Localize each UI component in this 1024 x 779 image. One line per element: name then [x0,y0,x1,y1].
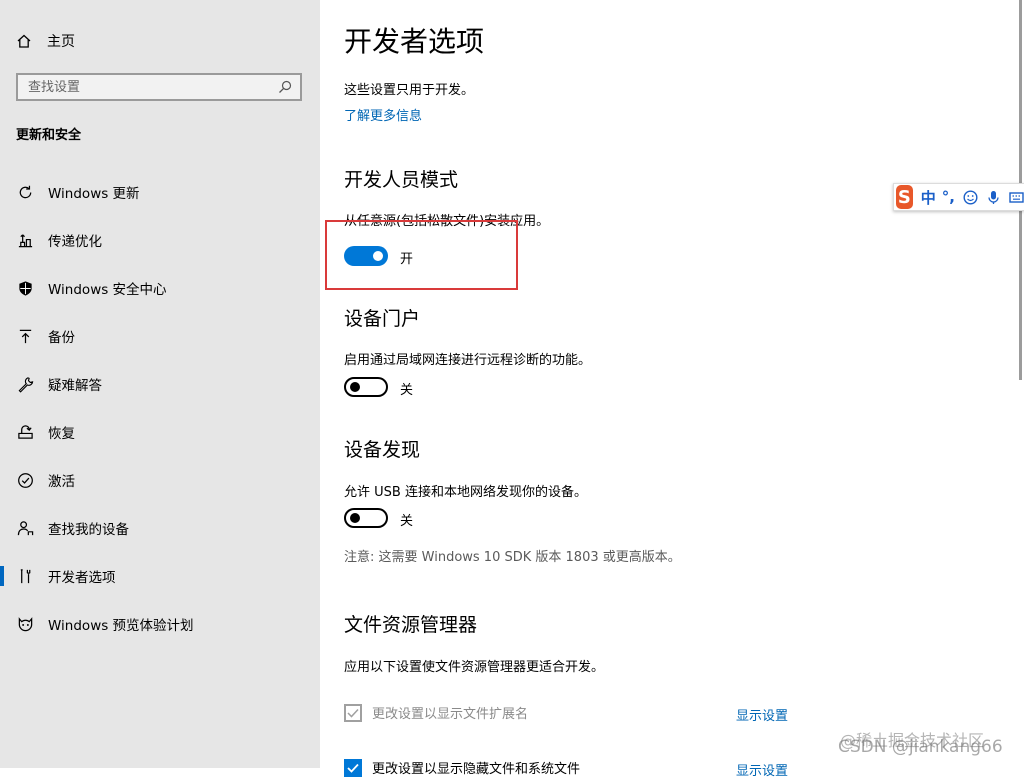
sidebar-item-label: 激活 [48,474,75,490]
emoji-icon[interactable] [963,189,978,205]
sidebar-item-backup[interactable]: 备份 [0,312,320,360]
learn-more-link[interactable]: 了解更多信息 [344,105,422,124]
device-discovery-heading: 设备发现 [344,439,421,461]
device-discovery-description: 允许 USB 连接和本地网络发现你的设备。 [344,485,587,500]
sidebar-item-label: Windows 更新 [48,186,140,202]
device-portal-description: 启用通过局域网连接进行远程诊断的功能。 [344,353,592,368]
microphone-icon[interactable] [986,190,1001,205]
sidebar-item-developer-options[interactable]: 开发者选项 [0,552,320,600]
settings-search-box[interactable] [16,73,302,101]
person-location-icon [16,519,34,537]
sidebar: 主页 更新和安全 Windows 更新 传递优化 Windows 安全中心 备份… [0,0,320,768]
keyboard-icon[interactable] [1009,190,1024,205]
dev-mode-heading: 开发人员模式 [344,169,459,191]
sidebar-item-label: 备份 [48,330,75,346]
toggle-knob [350,382,360,392]
sidebar-item-label: Windows 预览体验计划 [48,618,194,634]
sidebar-item-label: 疑难解答 [48,378,102,394]
device-portal-state-label: 关 [400,383,414,398]
sidebar-item-label: Windows 安全中心 [48,282,167,298]
show-hidden-files-settings-link[interactable]: 显示设置 [736,760,788,779]
intro-text: 这些设置只用于开发。 [344,83,475,98]
search-icon[interactable] [278,80,292,94]
file-explorer-description: 应用以下设置使文件资源管理器更适合开发。 [344,660,605,675]
file-explorer-heading: 文件资源管理器 [344,614,478,636]
device-portal-heading: 设备门户 [344,308,421,330]
home-icon [17,34,31,48]
checkmark-icon [347,708,359,718]
show-extensions-settings-link[interactable]: 显示设置 [736,705,788,724]
recovery-icon [16,423,34,441]
sidebar-item-recovery[interactable]: 恢复 [0,408,320,456]
developer-tools-icon [16,567,34,585]
sidebar-item-label: 查找我的设备 [48,522,129,538]
toggle-knob [350,513,360,523]
delivery-optimization-icon [16,231,34,249]
sidebar-item-activation[interactable]: 激活 [0,456,320,504]
sidebar-item-windows-security[interactable]: Windows 安全中心 [0,264,320,312]
refresh-icon [16,183,34,201]
sidebar-item-label: 恢复 [48,426,75,442]
show-extensions-checkbox[interactable] [344,703,362,722]
backup-arrow-icon [16,327,34,345]
sidebar-nav: Windows 更新 传递优化 Windows 安全中心 备份 疑难解答 恢复 … [0,168,320,648]
ime-mode-toggle[interactable]: 中 [921,187,936,208]
page-title: 开发者选项 [344,25,485,58]
home-label: 主页 [47,34,75,50]
ime-toolbar: S 中 °, [893,183,1024,211]
show-extensions-label: 更改设置以显示文件扩展名 [372,707,529,722]
shield-icon [16,279,34,297]
device-portal-toggle[interactable] [344,377,388,397]
sidebar-item-label: 传递优化 [48,234,102,250]
check-circle-icon [16,471,34,489]
section-title: 更新和安全 [16,128,82,143]
sdk-requirement-note: 注意: 这需要 Windows 10 SDK 版本 1803 或更高版本。 [344,550,681,565]
ime-punctuation-toggle[interactable]: °, [942,188,955,206]
sidebar-item-label: 开发者选项 [48,570,116,586]
sidebar-item-troubleshoot[interactable]: 疑难解答 [0,360,320,408]
annotation-highlight-box [325,220,518,290]
wrench-icon [16,375,34,393]
sidebar-item-delivery-optimization[interactable]: 传递优化 [0,216,320,264]
device-discovery-toggle[interactable] [344,508,388,528]
sidebar-item-find-my-device[interactable]: 查找我的设备 [0,504,320,552]
watermark-csdn: CSDN @jiankang66 [838,737,1003,757]
sidebar-item-windows-insider[interactable]: Windows 预览体验计划 [0,600,320,648]
insider-cat-icon [16,615,34,633]
show-extensions-option: 更改设置以显示文件扩展名 [344,703,528,722]
settings-search-input[interactable] [28,79,268,95]
device-discovery-state-label: 关 [400,514,414,529]
ime-logo[interactable]: S [896,185,913,209]
sidebar-item-windows-update[interactable]: Windows 更新 [0,168,320,216]
home-nav-item[interactable]: 主页 [16,29,75,53]
